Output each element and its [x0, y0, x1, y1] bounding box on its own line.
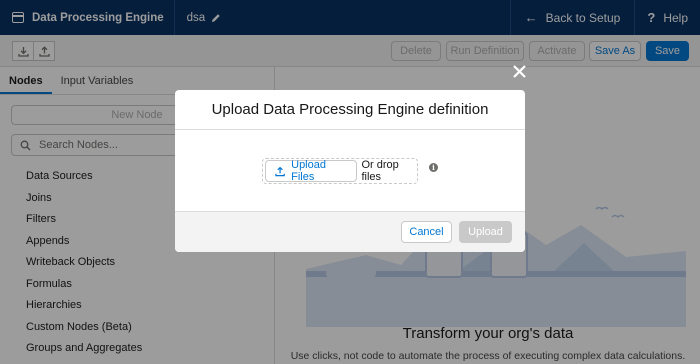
modal-title: Upload Data Processing Engine definition — [175, 90, 525, 130]
drop-files-text: Or drop files — [361, 159, 399, 183]
cancel-button[interactable]: Cancel — [401, 221, 452, 243]
upload-button[interactable]: Upload — [459, 221, 512, 243]
modal-body: Upload Files Or drop files i — [175, 130, 525, 211]
upload-files-button[interactable]: Upload Files — [265, 159, 358, 183]
upload-icon — [275, 166, 285, 176]
info-icon[interactable]: i — [429, 163, 438, 172]
modal-footer: Cancel Upload — [175, 211, 525, 252]
upload-definition-modal: Upload Data Processing Engine definition… — [175, 90, 525, 252]
close-modal-icon[interactable] — [510, 62, 528, 80]
file-drop-zone[interactable]: Upload Files Or drop files — [262, 158, 418, 184]
upload-files-label: Upload Files — [291, 159, 326, 183]
